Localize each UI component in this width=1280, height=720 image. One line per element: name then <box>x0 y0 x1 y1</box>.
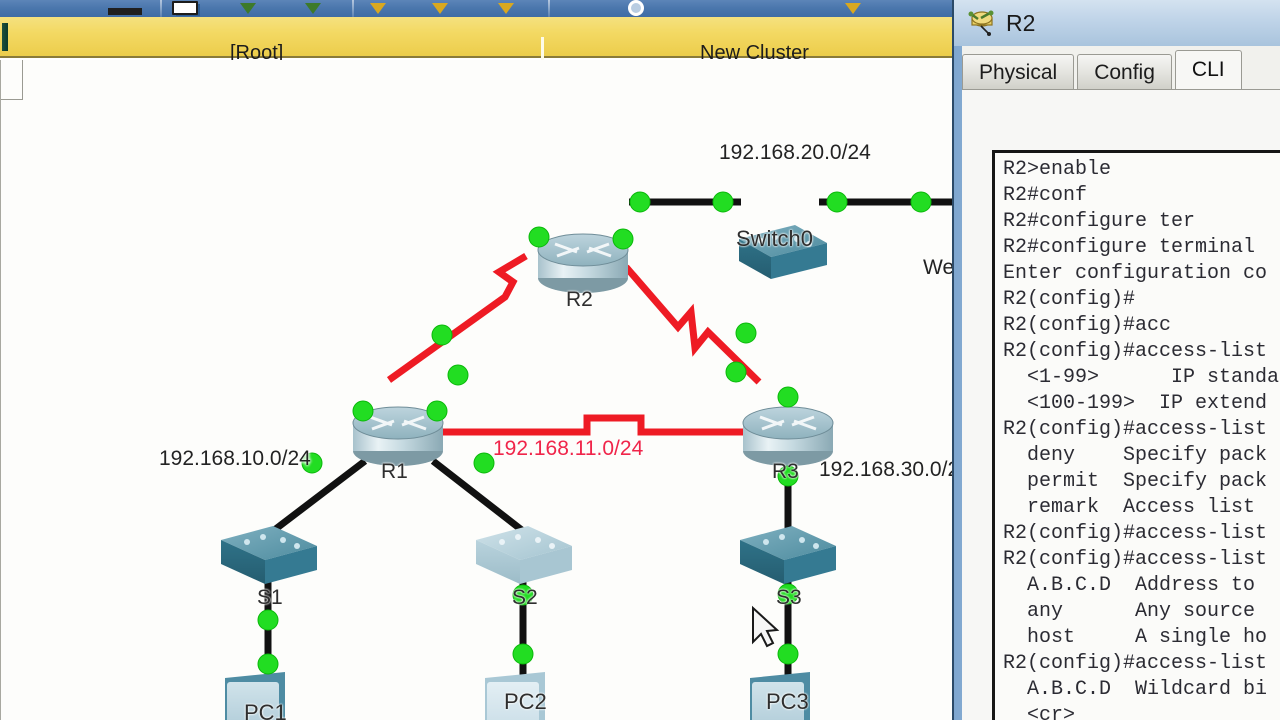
cli-line: R2>enable <box>1003 158 1112 181</box>
network-label-10: 192.168.10.0/24 <box>159 447 311 470</box>
add-pdu-icon[interactable] <box>845 3 861 14</box>
cli-line: A.B.C.D Address to <box>1003 574 1268 597</box>
cli-line: R2(config)#access-list <box>1003 522 1268 545</box>
tab-cli[interactable]: CLI <box>1174 50 1242 90</box>
link-status-dot <box>431 324 453 346</box>
cli-line: remark Access list <box>1003 496 1268 519</box>
cli-line: permit Specify pack <box>1003 470 1268 493</box>
cli-line: host A single ho <box>1003 626 1268 649</box>
packet-tracer-screen: [Root] New Cluster R2 R1 R3 Switch0 S1 S… <box>0 0 1280 720</box>
cli-line: R2(config)#access-list <box>1003 418 1268 441</box>
r2-device-window: R2 Physical Config CLI R2>enable R2#conf R… <box>952 0 1280 720</box>
link-status-dot <box>447 364 469 386</box>
link-status-dot <box>528 226 550 248</box>
back-arrow-icon[interactable] <box>2 23 8 51</box>
cli-terminal[interactable]: R2>enable R2#conf R2#configure ter R2#confi… <box>992 150 1280 720</box>
device-label-r3: R3 <box>772 460 799 483</box>
link-status-dot <box>735 322 757 344</box>
device-label-r1: R1 <box>381 460 408 483</box>
device-label-switch0: Switch0 <box>736 226 814 251</box>
r2-window-titlebar[interactable]: R2 <box>954 0 1280 46</box>
toolbar-separator <box>160 0 162 17</box>
network-label-30: 192.168.30.0/24 <box>819 458 952 481</box>
r2-window-title: R2 <box>1006 10 1036 36</box>
device-label-pc2: PC2 <box>504 689 547 714</box>
link-status-dot <box>473 452 495 474</box>
place-note-icon[interactable] <box>305 3 321 14</box>
device-label-s3: S3 <box>776 586 802 609</box>
cli-line: <1-99> IP standa <box>1003 366 1280 389</box>
toolbar-separator-3 <box>548 0 550 17</box>
link-status-dot <box>777 386 799 408</box>
logical-workspace-canvas[interactable]: R2 R1 R3 Switch0 S1 S2 S3 PC1 PC2 PC3 19… <box>0 60 952 720</box>
cli-line: R2(config)#access-list <box>1003 548 1268 571</box>
magnifier-icon[interactable] <box>628 0 644 16</box>
delete-icon[interactable] <box>370 3 386 14</box>
link-r1-r2 <box>386 252 528 383</box>
cli-line: R2(config)#acc <box>1003 314 1172 337</box>
link-status-dot <box>910 191 932 213</box>
select-icon[interactable] <box>108 8 142 15</box>
device-label-s2: S2 <box>512 586 538 609</box>
link-status-dot <box>426 400 448 422</box>
cli-line: R2(config)#access-list <box>1003 652 1268 675</box>
cli-line: <cr> <box>1003 704 1076 720</box>
link-status-dot <box>725 361 747 383</box>
device-s2 <box>476 526 572 584</box>
link-r1-s1 <box>270 458 368 534</box>
inspect-icon[interactable] <box>432 3 448 14</box>
packet-tracer-workspace: [Root] New Cluster R2 R1 R3 Switch0 S1 S… <box>0 0 952 720</box>
router-device-icon <box>968 10 994 36</box>
resize-shape-icon[interactable] <box>498 3 514 14</box>
cli-line: Enter configuration co <box>1003 262 1268 285</box>
link-status-dot <box>629 191 651 213</box>
tab-physical[interactable]: Physical <box>962 54 1075 90</box>
link-status-dot <box>612 228 634 250</box>
cli-line: R2(config)#access-list <box>1003 340 1268 363</box>
r2-tab-bar: Physical Config CLI <box>962 50 1245 90</box>
device-label-pc1: PC1 <box>244 700 287 720</box>
link-status-dot <box>826 191 848 213</box>
cli-line: R2#configure ter <box>1003 210 1196 233</box>
device-s3 <box>740 526 836 584</box>
cli-line: R2#conf <box>1003 184 1088 207</box>
cli-line: <100-199> IP extend <box>1003 392 1268 415</box>
main-toolbar <box>0 0 952 17</box>
cli-panel: R2>enable R2#conf R2#configure ter R2#confi… <box>962 89 1280 720</box>
tab-config[interactable]: Config <box>1077 54 1172 90</box>
network-label-20: 192.168.20.0/24 <box>719 141 871 164</box>
new-file-icon[interactable] <box>172 1 198 15</box>
link-status-dot <box>257 653 279 675</box>
cli-terminal-text: R2>enable R2#conf R2#configure ter R2#confi… <box>1003 157 1279 720</box>
move-layout-icon[interactable] <box>240 3 256 14</box>
cli-line: R2(config)# <box>1003 288 1136 311</box>
cli-line: deny Specify pack <box>1003 444 1268 467</box>
link-r1-r3 <box>441 414 753 436</box>
network-label-11: 192.168.11.0/24 <box>493 437 644 460</box>
device-label-pc3: PC3 <box>766 689 809 714</box>
device-label-r2: R2 <box>566 288 593 311</box>
link-status-dot <box>257 609 279 631</box>
link-status-dot <box>512 643 534 665</box>
cli-line: R2#configure terminal <box>1003 236 1256 259</box>
link-status-dot <box>352 400 374 422</box>
link-status-dot <box>712 191 734 213</box>
cli-line: A.B.C.D Wildcard bi <box>1003 678 1268 701</box>
mouse-cursor <box>752 605 780 648</box>
device-label-s1: S1 <box>257 586 283 609</box>
cluster-navigation-bar: [Root] New Cluster <box>0 17 952 69</box>
r2-window-body: Physical Config CLI R2>enable R2#conf R2#c… <box>962 46 1280 720</box>
cli-line: any Any source <box>1003 600 1268 623</box>
link-status-dot <box>777 643 799 665</box>
network-label-web: We <box>923 256 952 279</box>
toolbar-separator-2 <box>352 0 354 17</box>
